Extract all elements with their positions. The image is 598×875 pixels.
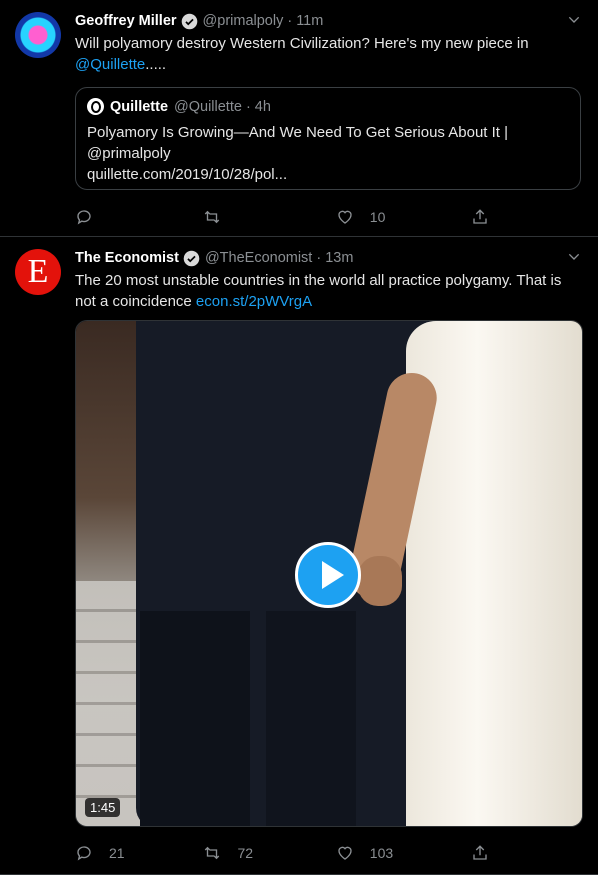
man-leg: [140, 611, 250, 826]
like-count: 103: [369, 845, 394, 861]
like-button[interactable]: 10: [336, 206, 471, 228]
tweet[interactable]: Geoffrey Miller @primalpoly · 11m Will p…: [0, 0, 598, 236]
retweet-icon: [205, 210, 220, 224]
separator-dot: ·: [287, 13, 293, 29]
separator-dot: ·: [316, 250, 322, 266]
mention-link[interactable]: @Quillette: [75, 56, 145, 73]
quoted-tweet-header: Quillette @Quillette · 4h: [87, 98, 271, 115]
share-icon: [473, 845, 487, 860]
author-name[interactable]: Geoffrey Miller: [75, 13, 177, 29]
tweet-text-ellipsis: .....: [145, 56, 167, 73]
video-duration: 1:45: [85, 798, 121, 817]
avatar[interactable]: E: [15, 249, 61, 295]
reply-icon: [77, 846, 91, 861]
retweet-button[interactable]: 72: [203, 842, 335, 864]
retweet-icon: [205, 846, 220, 860]
video-player[interactable]: 1:45: [75, 320, 583, 827]
quoted-tweet[interactable]: Quillette @Quillette · 4h Polyamory Is G…: [75, 87, 581, 190]
man-leg: [266, 611, 356, 826]
tweet-text-part: The 20 most unstable countries in the wo…: [75, 272, 562, 310]
author-name[interactable]: The Economist: [75, 250, 179, 266]
author-handle[interactable]: @primalpoly: [203, 13, 284, 29]
reply-icon: [77, 210, 91, 225]
tweet-header: The Economist @TheEconomist · 13m: [75, 248, 353, 268]
like-icon: [338, 210, 352, 224]
play-icon[interactable]: [295, 542, 361, 608]
tweet-text: Will polyamory destroy Western Civilizat…: [75, 33, 580, 75]
separator-dot: ·: [245, 98, 251, 115]
like-count: 10: [369, 209, 386, 225]
reply-count: 21: [109, 845, 125, 861]
quoted-tweet-text: Polyamory Is Growing—And We Need To Get …: [87, 122, 567, 185]
author-handle[interactable]: @TheEconomist: [205, 250, 312, 266]
share-button[interactable]: [471, 842, 505, 864]
holding-hands: [358, 556, 402, 606]
like-icon: [338, 846, 352, 860]
share-button[interactable]: [471, 206, 505, 228]
retweet-button[interactable]: [203, 206, 335, 228]
like-button[interactable]: 103: [336, 842, 471, 864]
chevron-down-icon[interactable]: [566, 12, 582, 28]
article-link[interactable]: econ.st/2pWVrgA: [196, 293, 312, 310]
reply-button[interactable]: 21: [75, 842, 203, 864]
quoted-tweet-time: 4h: [254, 98, 271, 115]
quoted-tweet-url: quillette.com/2019/10/28/pol...: [87, 166, 288, 183]
avatar-letter: E: [27, 253, 49, 290]
tweet-time[interactable]: 13m: [325, 250, 353, 266]
quoted-author-handle: @Quillette: [174, 98, 242, 115]
tweet-time[interactable]: 11m: [296, 13, 323, 29]
quoted-tweet-body: Polyamory Is Growing—And We Need To Get …: [87, 124, 509, 162]
retweet-count: 72: [237, 845, 254, 861]
tweet-text-part: Will polyamory destroy Western Civilizat…: [75, 35, 529, 52]
tweet-actions: 10: [75, 206, 505, 228]
quillette-logo-avatar: [87, 98, 104, 115]
verified-icon: [183, 250, 200, 266]
reply-button[interactable]: [75, 206, 203, 228]
tweet-text: The 20 most unstable countries in the wo…: [75, 270, 580, 312]
tweet-actions: 21 72 103: [75, 842, 505, 864]
verified-icon: [181, 13, 197, 29]
share-icon: [473, 209, 487, 224]
chevron-down-icon[interactable]: [566, 249, 582, 265]
tweet-header: Geoffrey Miller @primalpoly · 11m: [75, 11, 323, 31]
avatar[interactable]: [15, 12, 61, 58]
quoted-author-name: Quillette: [110, 98, 169, 115]
